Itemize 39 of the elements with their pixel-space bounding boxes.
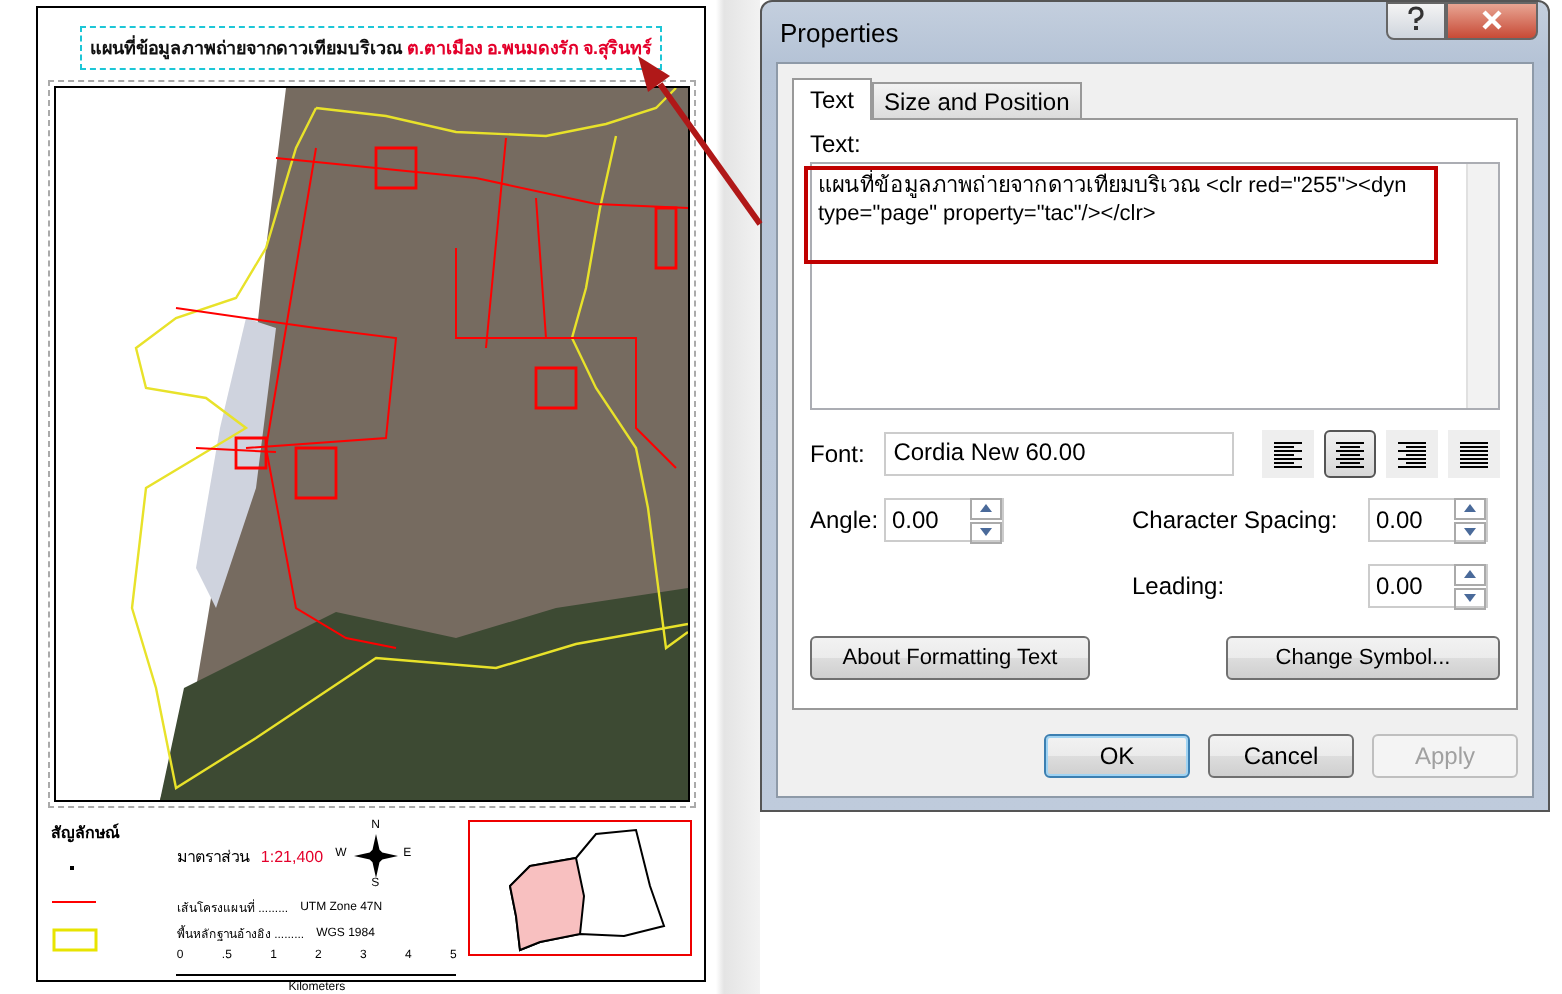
scale-label: มาตราส่วน	[176, 845, 249, 869]
align-left-icon	[1274, 441, 1302, 467]
spinner-label: Character Spacing:	[1132, 506, 1340, 534]
down-arrow-icon	[980, 528, 992, 536]
dialog-button[interactable]: OK	[1044, 734, 1190, 778]
number-spinner[interactable]: 0.00	[1368, 498, 1488, 542]
down-arrow-icon	[1464, 528, 1476, 536]
number-spinner[interactable]: 0.00	[884, 498, 1004, 542]
number-spinner[interactable]: 0.00	[1368, 564, 1488, 608]
close-icon	[1480, 9, 1504, 29]
text-input-field[interactable]: แผนที่ข้อมูลภาพถ่ายจากดาวเทียมบริเวณ <clr red="255"><dyn type="page" property="tac"/></clr>	[810, 162, 1500, 410]
dialog-button[interactable]: Cancel	[1208, 734, 1354, 778]
spinner-label: Angle:	[810, 506, 872, 534]
scale-ratio: 1:21,400	[260, 847, 324, 865]
change-symbol-button[interactable]: Change Symbol...	[1226, 636, 1500, 680]
spinner-label: Leading:	[1132, 572, 1227, 600]
up-arrow-icon	[1464, 570, 1476, 578]
about-formatting-button[interactable]: About Formatting Text	[810, 636, 1090, 680]
align-justify-button[interactable]	[1448, 430, 1500, 478]
up-arrow-icon	[1464, 504, 1476, 512]
align-right-icon	[1398, 441, 1426, 467]
font-field[interactable]: Cordia New 60.00	[883, 432, 1234, 476]
down-arrow-icon	[1464, 594, 1476, 602]
align-justify-icon	[1460, 441, 1488, 467]
font-label: Font:	[810, 440, 867, 468]
text-label: Text:	[810, 130, 863, 158]
tab[interactable]: Size and Position	[872, 82, 1082, 118]
up-arrow-icon	[980, 504, 992, 512]
align-center-button[interactable]	[1324, 430, 1376, 478]
close-button[interactable]	[1446, 2, 1538, 40]
dialog-title: Properties	[780, 17, 901, 47]
align-left-button[interactable]	[1262, 430, 1314, 478]
align-right-button[interactable]	[1386, 430, 1438, 478]
align-center-icon	[1336, 441, 1364, 467]
help-button[interactable]	[1386, 2, 1446, 40]
legend-symbols-drawing	[51, 862, 99, 954]
question-mark-icon	[1406, 6, 1426, 30]
tab[interactable]: Text	[792, 78, 873, 120]
legend-heading: สัญลักษณ์	[51, 821, 122, 846]
